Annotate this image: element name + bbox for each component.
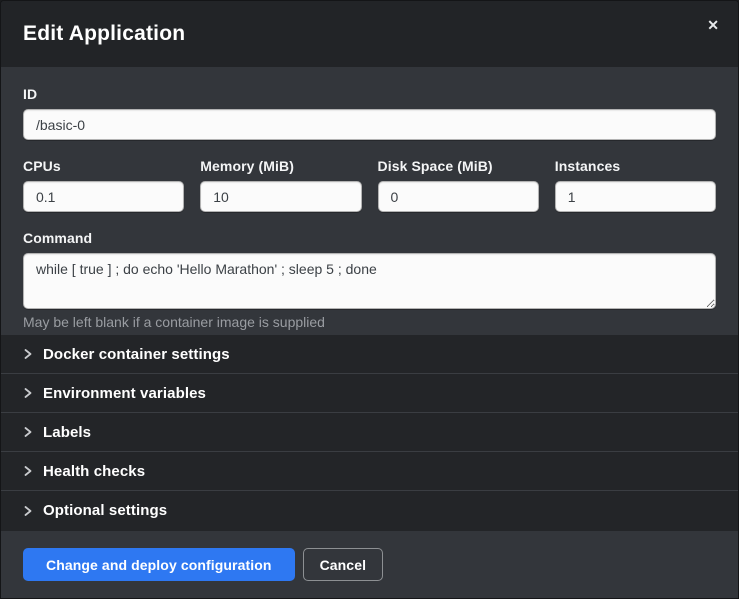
memory-label: Memory (MiB) <box>200 158 361 174</box>
section-label: Docker container settings <box>43 346 230 363</box>
id-label: ID <box>23 86 716 102</box>
section-label: Optional settings <box>43 502 167 519</box>
section-docker-container-settings[interactable]: Docker container settings <box>1 335 738 374</box>
section-label: Environment variables <box>43 385 206 402</box>
disk-field-group: Disk Space (MiB) <box>378 158 539 212</box>
instances-label: Instances <box>555 158 716 174</box>
chevron-right-icon <box>23 349 33 359</box>
section-health-checks[interactable]: Health checks <box>1 452 738 491</box>
modal-footer: Change and deploy configuration Cancel <box>1 531 738 598</box>
id-field-group: ID <box>23 86 716 140</box>
cancel-button[interactable]: Cancel <box>303 548 384 581</box>
disk-label: Disk Space (MiB) <box>378 158 539 174</box>
memory-input[interactable] <box>200 181 361 212</box>
cpus-label: CPUs <box>23 158 184 174</box>
cpus-field-group: CPUs <box>23 158 184 212</box>
cpus-input[interactable] <box>23 181 184 212</box>
command-field-group: Command while [ true ] ; do echo 'Hello … <box>23 230 716 330</box>
command-help-text: May be left blank if a container image i… <box>23 314 716 330</box>
application-form: ID CPUs Memory (MiB) Disk Space (MiB) In… <box>1 67 738 335</box>
edit-application-modal: Edit Application ✕ ID CPUs Memory (MiB) … <box>0 0 739 599</box>
section-environment-variables[interactable]: Environment variables <box>1 374 738 413</box>
section-optional-settings[interactable]: Optional settings <box>1 491 738 530</box>
section-label: Labels <box>43 424 91 441</box>
section-label: Health checks <box>43 463 145 480</box>
chevron-right-icon <box>23 427 33 437</box>
chevron-right-icon <box>23 506 33 516</box>
section-labels[interactable]: Labels <box>1 413 738 452</box>
accordion-sections: Docker container settings Environment va… <box>1 335 738 531</box>
memory-field-group: Memory (MiB) <box>200 158 361 212</box>
chevron-right-icon <box>23 466 33 476</box>
id-input[interactable] <box>23 109 716 140</box>
chevron-right-icon <box>23 388 33 398</box>
modal-header: Edit Application ✕ <box>1 1 738 67</box>
command-textarea[interactable]: while [ true ] ; do echo 'Hello Marathon… <box>23 253 716 309</box>
disk-input[interactable] <box>378 181 539 212</box>
instances-field-group: Instances <box>555 158 716 212</box>
page-title: Edit Application <box>23 22 185 46</box>
resources-row: CPUs Memory (MiB) Disk Space (MiB) Insta… <box>23 158 716 212</box>
close-icon[interactable]: ✕ <box>703 14 723 36</box>
command-label: Command <box>23 230 716 246</box>
change-and-deploy-button[interactable]: Change and deploy configuration <box>23 548 295 581</box>
instances-input[interactable] <box>555 181 716 212</box>
